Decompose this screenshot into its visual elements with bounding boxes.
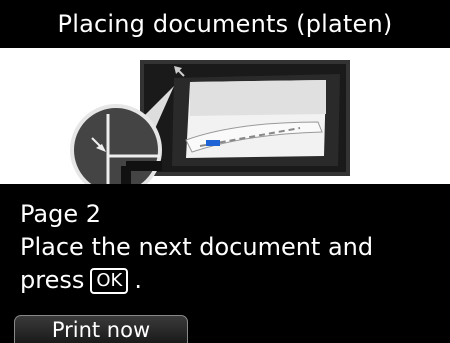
page-number-text: Page 2	[20, 200, 101, 228]
message-area: Page 2 Place the next document and press…	[0, 184, 450, 310]
print-now-button[interactable]: Print now	[14, 315, 188, 343]
platen-document-icon	[70, 60, 350, 184]
ok-key-icon: OK	[90, 268, 129, 294]
instruction-text: Place the next document and	[20, 233, 374, 261]
screen-title: Placing documents (platen)	[57, 10, 393, 38]
press-text: press	[20, 266, 85, 294]
illustration-area	[0, 48, 450, 184]
instruction-text-continued: press OK .	[20, 266, 142, 294]
period-text: .	[134, 266, 142, 294]
bottom-bar: Print now	[0, 310, 450, 343]
scanner-illustration	[140, 60, 350, 176]
title-bar: Placing documents (platen)	[0, 0, 450, 48]
